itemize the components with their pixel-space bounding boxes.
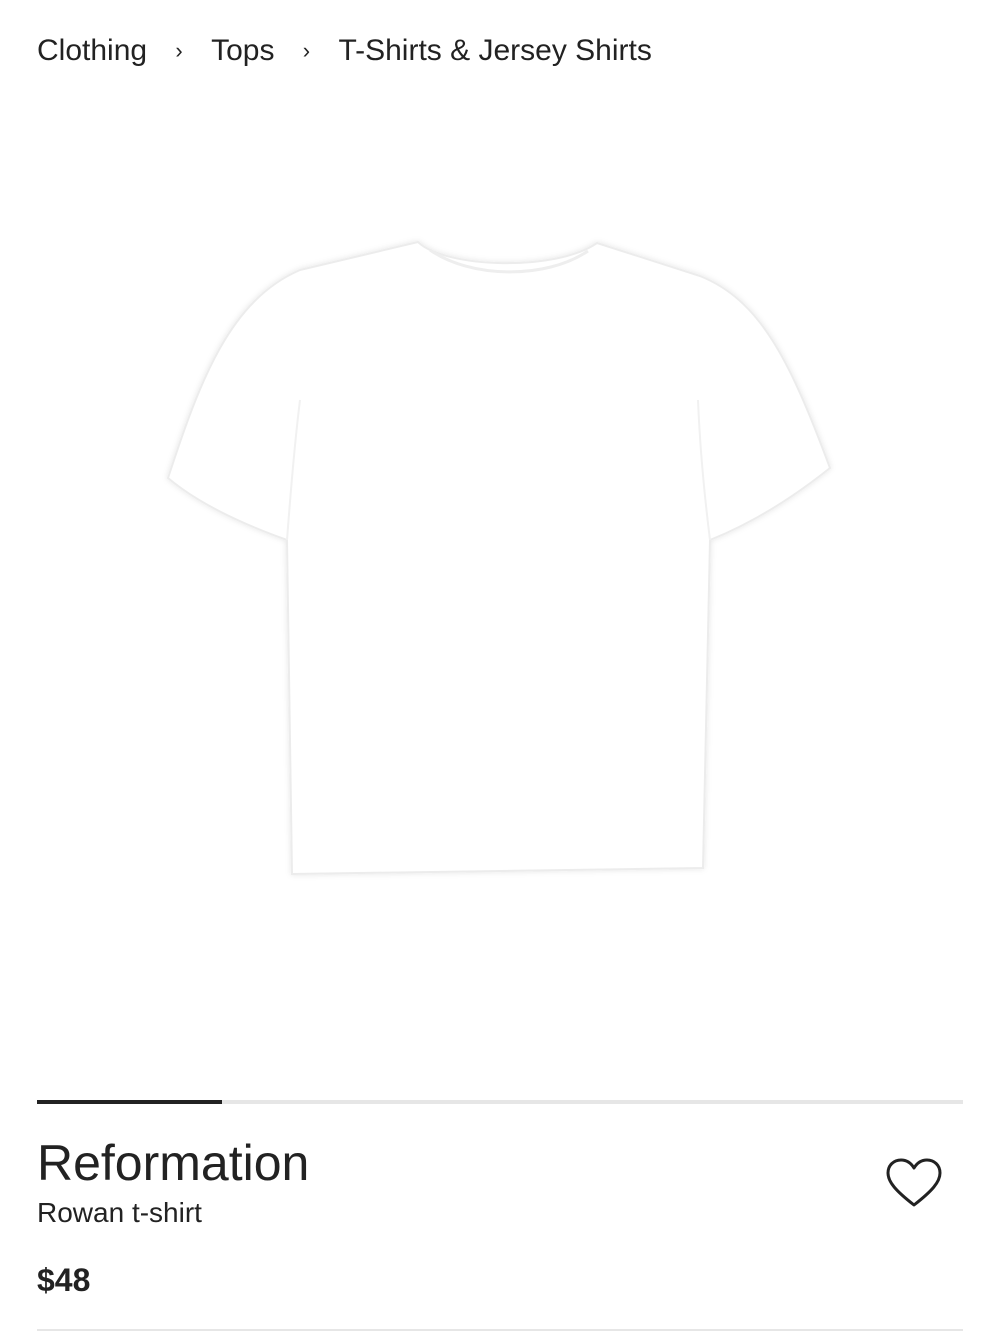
divider bbox=[37, 1329, 963, 1331]
breadcrumb: Clothing › Tops › T-Shirts & Jersey Shir… bbox=[37, 34, 652, 68]
product-price: $48 bbox=[37, 1262, 91, 1298]
breadcrumb-tshirts-jersey-shirts[interactable]: T-Shirts & Jersey Shirts bbox=[338, 34, 651, 68]
wishlist-button[interactable] bbox=[884, 1155, 944, 1211]
product-image[interactable] bbox=[0, 110, 1000, 1090]
breadcrumb-separator: › bbox=[302, 38, 311, 63]
image-carousel-progress[interactable] bbox=[37, 1100, 963, 1104]
heart-outline-icon bbox=[886, 1158, 942, 1207]
product-name: Rowan t-shirt bbox=[37, 1197, 202, 1228]
breadcrumb-separator: › bbox=[175, 38, 183, 63]
breadcrumb-tops[interactable]: Tops bbox=[211, 34, 274, 68]
breadcrumb-clothing[interactable]: Clothing bbox=[37, 34, 147, 68]
product-brand: Reformation bbox=[37, 1135, 310, 1191]
image-carousel-progress-fill bbox=[37, 1100, 223, 1104]
tshirt-image bbox=[166, 240, 832, 876]
